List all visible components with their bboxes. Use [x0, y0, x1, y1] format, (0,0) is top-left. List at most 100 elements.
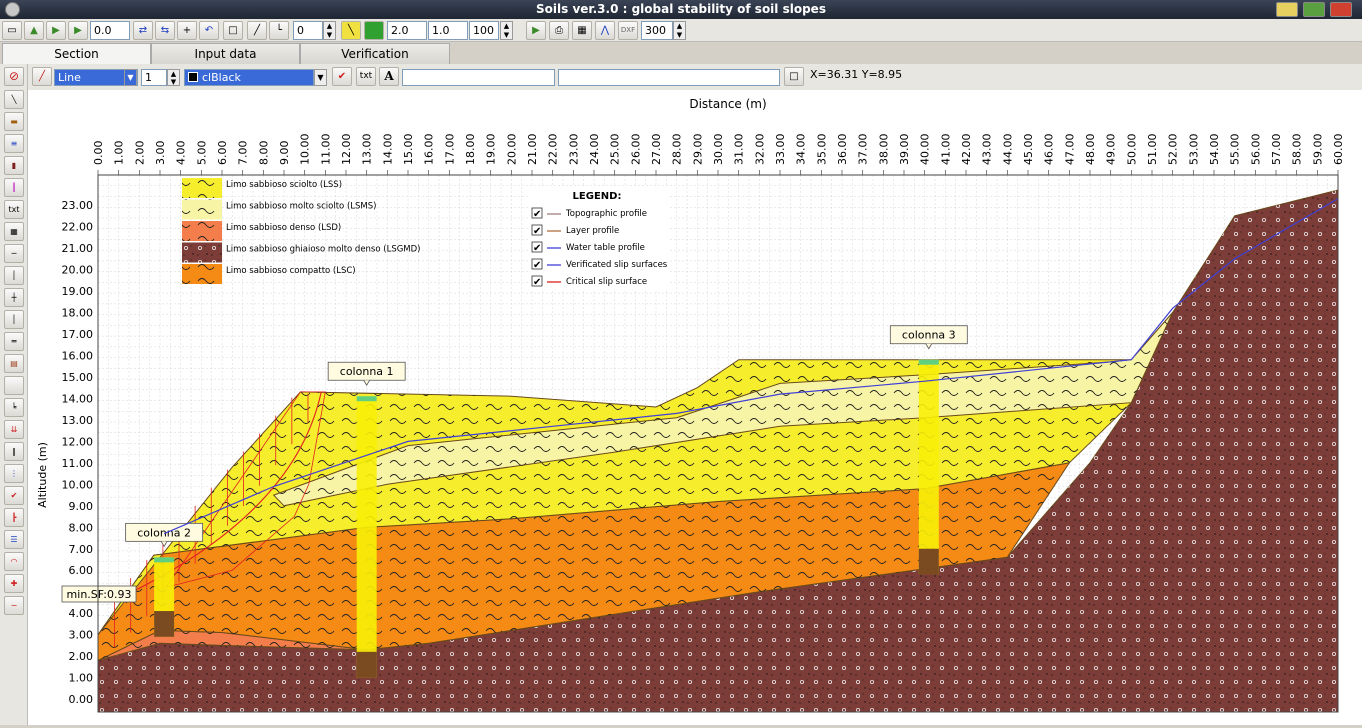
- load-icon[interactable]: ▤: [4, 354, 24, 373]
- x-tick-label: 15.00: [402, 134, 415, 166]
- text-field-2[interactable]: [558, 69, 780, 86]
- color-dropdown[interactable]: ▼: [314, 69, 327, 86]
- distributed-load-icon[interactable]: ⇊: [4, 420, 24, 439]
- x-tick-label: 4.00: [175, 141, 188, 166]
- scale-b-input[interactable]: 1.0: [428, 21, 468, 40]
- line-width-spinner[interactable]: ▲ ▼: [167, 69, 180, 86]
- delete-icon[interactable]: ⊘: [4, 67, 24, 86]
- slope-icon[interactable]: ╲: [4, 90, 24, 109]
- text-field[interactable]: [402, 69, 555, 86]
- save-file-icon[interactable]: ▶: [46, 21, 66, 40]
- text-tool-button[interactable]: txt: [4, 200, 24, 219]
- tab-section[interactable]: Section: [2, 43, 151, 65]
- line-type-dropdown[interactable]: ▼: [124, 69, 137, 86]
- legend-item-label: Verificated slip surfaces: [566, 260, 668, 270]
- column-top: [356, 396, 377, 402]
- strip-icon[interactable]: ∥: [4, 442, 24, 461]
- frame-icon[interactable]: □: [784, 67, 804, 86]
- section-plot-area: Distance (m) Altitude (m) 0.00 1.00 2.00 3.…: [28, 90, 1362, 725]
- dpi-spinner[interactable]: ▲ ▼: [673, 21, 686, 40]
- x-tick-label: 36.00: [836, 134, 849, 166]
- close-button[interactable]: [1330, 2, 1352, 17]
- x-tick-label: 21.00: [526, 134, 539, 166]
- font-button[interactable]: A: [379, 67, 399, 86]
- water-icon[interactable]: [364, 21, 384, 40]
- color-select[interactable]: clBlack: [184, 69, 314, 86]
- layer-stack-icon[interactable]: ▮: [4, 156, 24, 175]
- run-icon[interactable]: ▶: [526, 21, 546, 40]
- move-left-icon[interactable]: ⇆: [155, 21, 175, 40]
- soil-legend: Limo sabbioso sciolto (LSS) Limo sabbioso…: [182, 178, 421, 284]
- x-tick-label: 38.00: [877, 134, 890, 166]
- check-icon[interactable]: ✔: [4, 486, 24, 505]
- geogrid-icon[interactable]: ═: [4, 332, 24, 351]
- y-tick-label: 13.00: [62, 414, 94, 427]
- new-file-icon[interactable]: ▭: [2, 21, 22, 40]
- y-tick-label: 1.00: [69, 672, 94, 685]
- line-width-input[interactable]: 1: [141, 69, 167, 86]
- tab-verification[interactable]: Verification: [300, 43, 450, 64]
- foundation-icon[interactable]: ╘: [4, 398, 24, 417]
- soil-legend-hatch: [182, 199, 222, 220]
- table-icon[interactable]: ▦: [572, 21, 592, 40]
- pile-icon[interactable]: ┃: [4, 178, 24, 197]
- move-right-icon[interactable]: ⇄: [133, 21, 153, 40]
- grid-table-icon[interactable]: ▦: [4, 222, 24, 241]
- y-tick-label: 2.00: [69, 650, 94, 663]
- draw-line-icon[interactable]: ╱: [247, 21, 267, 40]
- anchor-icon[interactable]: ┼: [4, 288, 24, 307]
- zoom-input[interactable]: 0.0: [90, 21, 130, 40]
- y-tick-label: 8.00: [69, 521, 94, 534]
- print-icon[interactable]: ⎙: [549, 21, 569, 40]
- legend-check-icon: ✔: [533, 277, 541, 288]
- hline-icon[interactable]: ─: [4, 244, 24, 263]
- dpi-input[interactable]: 300: [641, 21, 673, 40]
- list-icon[interactable]: ☰: [4, 530, 24, 549]
- x-tick-label: 28.00: [671, 134, 684, 166]
- x-tick-label: 11.00: [319, 134, 332, 166]
- chart-icon[interactable]: ⋀: [595, 21, 615, 40]
- maximize-button[interactable]: [1303, 2, 1325, 17]
- wall-icon[interactable]: ▬: [4, 112, 24, 131]
- layer-input[interactable]: 0: [293, 21, 323, 40]
- minimize-button[interactable]: [1276, 2, 1298, 17]
- remove-point-icon[interactable]: −: [4, 596, 24, 615]
- blank-tool-icon[interactable]: [4, 376, 24, 395]
- layer-spinner[interactable]: ▲ ▼: [323, 21, 336, 40]
- legend-check-icon: ✔: [533, 243, 541, 254]
- x-tick-label: 22.00: [547, 134, 560, 166]
- mesh-icon[interactable]: ⋮: [4, 464, 24, 483]
- x-tick-label: 30.00: [712, 134, 725, 166]
- x-tick-label: 56.00: [1249, 134, 1262, 166]
- add-point-icon[interactable]: +: [177, 21, 197, 40]
- x-tick-label: 55.00: [1229, 134, 1242, 166]
- scale-spinner[interactable]: ▲ ▼: [500, 21, 513, 40]
- text-button[interactable]: txt: [356, 67, 376, 86]
- x-tick-labels: 0.00 1.00 2.00 3.00 4.00 5.00 6.00 7.00 8.00 9.00…: [92, 134, 1345, 175]
- export-icon[interactable]: ▶: [68, 21, 88, 40]
- slope-section-chart[interactable]: Distance (m) Altitude (m) 0.00 1.00 2.00 3.…: [28, 90, 1362, 725]
- nail-icon[interactable]: │: [4, 310, 24, 329]
- rectangle-icon[interactable]: □: [223, 21, 243, 40]
- x-tick-label: 39.00: [898, 134, 911, 166]
- scale-c-input[interactable]: 100: [469, 21, 499, 40]
- y-tick-label: 20.00: [62, 264, 94, 277]
- x-tick-label: 51.00: [1146, 134, 1159, 166]
- open-file-icon[interactable]: ▲: [24, 21, 44, 40]
- center-point-icon[interactable]: ✚: [4, 574, 24, 593]
- tab-input-data[interactable]: Input data: [151, 43, 300, 64]
- undo-icon[interactable]: ↶: [199, 21, 219, 40]
- water-level-icon[interactable]: ≡: [4, 134, 24, 153]
- vline-icon[interactable]: │: [4, 266, 24, 285]
- arc-icon[interactable]: ◠: [4, 552, 24, 571]
- x-tick-label: 18.00: [464, 134, 477, 166]
- axes-icon[interactable]: └: [269, 21, 289, 40]
- legend-item-label: Water table profile: [566, 243, 645, 253]
- force-icon[interactable]: ┣: [4, 508, 24, 527]
- soil-color-icon[interactable]: ╲: [341, 21, 361, 40]
- dxf-export-button[interactable]: DXF: [618, 21, 638, 40]
- pen-icon[interactable]: ╱: [32, 67, 52, 86]
- apply-check-icon[interactable]: ✔: [332, 67, 352, 86]
- x-tick-label: 16.00: [423, 134, 436, 166]
- scale-a-input[interactable]: 2.0: [387, 21, 427, 40]
